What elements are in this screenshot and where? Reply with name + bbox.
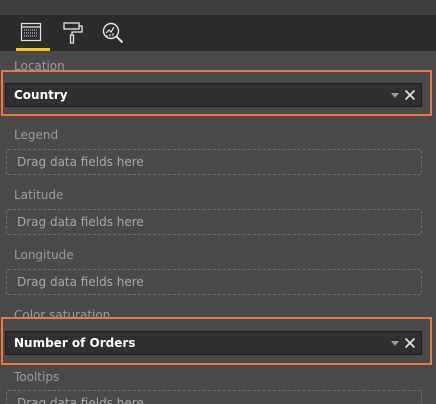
close-icon[interactable] bbox=[403, 87, 417, 103]
tab-format[interactable] bbox=[58, 19, 88, 47]
color-saturation-field-name: Number of Orders bbox=[14, 336, 136, 350]
tooltips-placeholder: Drag data fields here bbox=[17, 396, 144, 404]
chevron-down-icon[interactable] bbox=[391, 341, 399, 346]
tooltips-drop-well[interactable]: Drag data fields here bbox=[6, 390, 422, 404]
color-saturation-field-pill[interactable]: Number of Orders bbox=[5, 331, 422, 355]
legend-drop-well[interactable]: Drag data fields here bbox=[6, 149, 422, 175]
legend-label: Legend bbox=[14, 128, 59, 142]
latitude-placeholder: Drag data fields here bbox=[17, 215, 144, 229]
tab-analytics[interactable] bbox=[97, 19, 127, 47]
chevron-down-icon[interactable] bbox=[391, 93, 399, 98]
longitude-drop-well[interactable]: Drag data fields here bbox=[6, 269, 422, 295]
close-icon[interactable] bbox=[403, 335, 417, 351]
visualization-fields-pane: Location Country Legend Drag data fields… bbox=[0, 0, 436, 404]
fields-icon bbox=[20, 22, 42, 42]
active-tab-indicator bbox=[16, 48, 50, 51]
longitude-placeholder: Drag data fields here bbox=[17, 275, 144, 289]
analytics-magnifier-icon bbox=[102, 22, 124, 44]
pane-tab-bar bbox=[0, 15, 436, 51]
longitude-label: Longitude bbox=[14, 248, 74, 262]
tab-fields[interactable] bbox=[16, 19, 50, 51]
tooltips-label: Tooltips bbox=[14, 370, 60, 384]
latitude-drop-well[interactable]: Drag data fields here bbox=[6, 209, 422, 235]
pane-top-strip bbox=[0, 0, 436, 15]
legend-placeholder: Drag data fields here bbox=[17, 155, 144, 169]
location-field-pill[interactable]: Country bbox=[5, 83, 422, 107]
paint-roller-icon bbox=[63, 22, 83, 44]
latitude-label: Latitude bbox=[14, 188, 64, 202]
location-field-name: Country bbox=[14, 88, 68, 102]
